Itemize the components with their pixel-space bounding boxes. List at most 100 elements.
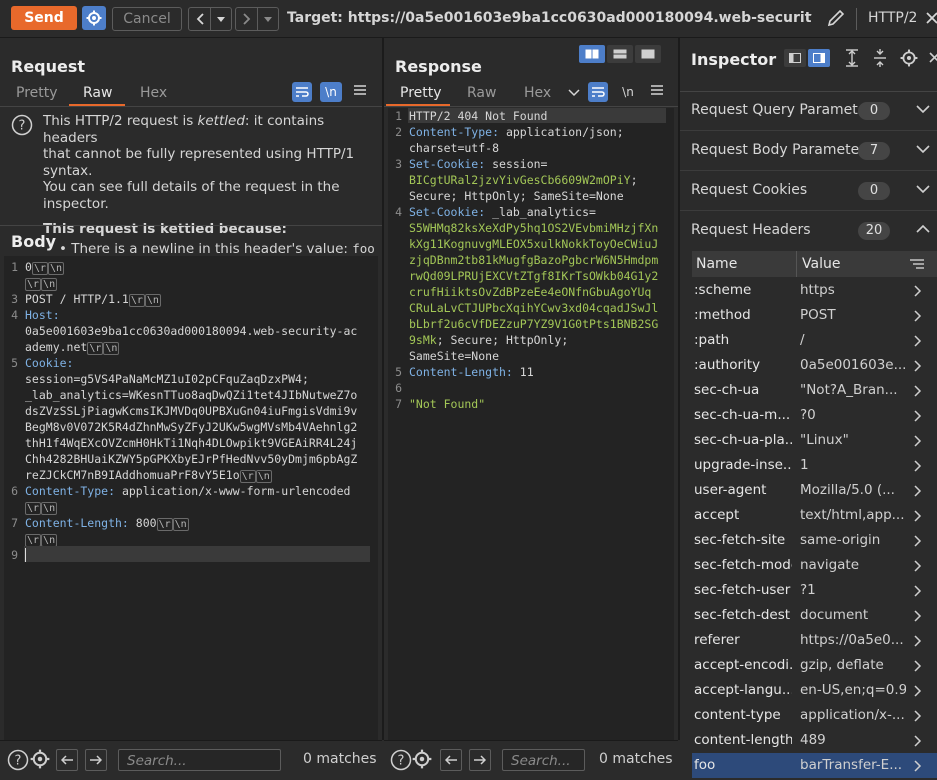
chevron-right-icon[interactable] [914,360,922,372]
show-newlines-toggle[interactable]: \n [617,82,639,102]
count-badge: 0 [858,182,890,200]
chevron-right-icon[interactable] [914,685,922,697]
inspector-close-button[interactable] [929,51,937,69]
header-name: sec-ch-ua-pla... [694,432,792,448]
previous-match-button[interactable] [56,749,78,771]
previous-match-button[interactable] [440,749,462,771]
header-row[interactable]: :scheme https [692,278,937,303]
inspector-settings-button[interactable] [900,49,918,71]
response-tab-hex[interactable]: Hex [524,85,551,101]
section-request-headers[interactable]: Request Headers 20 [680,212,937,250]
chevron-right-icon[interactable] [914,560,922,572]
response-menu-button[interactable] [650,83,664,101]
chevron-right-icon[interactable] [914,585,922,597]
help-button[interactable]: ? [390,749,412,775]
header-row[interactable]: sec-fetch-mode navigate [692,553,937,578]
column-value[interactable]: Value [802,256,840,272]
chevron-right-icon[interactable] [914,735,922,747]
chevron-right-icon[interactable] [914,660,922,672]
header-row[interactable]: :path / [692,328,937,353]
inspector-layout-list-button[interactable] [784,49,806,67]
header-row[interactable]: sec-fetch-user ?1 [692,578,937,603]
inspector-layout-detail-button[interactable] [808,49,830,67]
header-row[interactable]: :method POST [692,303,937,328]
section-body-params[interactable]: Request Body Parameters 7 [680,132,937,171]
help-button[interactable]: ? [7,749,29,775]
header-row[interactable]: accept-langu... en-US,en;q=0.9 [692,678,937,703]
back-button[interactable] [189,8,212,30]
response-editor[interactable]: 1 HTTP/2 404 Not Found 2 Content-Type: a… [388,108,674,740]
chevron-right-icon[interactable] [914,760,922,772]
header-row[interactable]: sec-fetch-dest document [692,603,937,628]
request-search-input[interactable]: Search... [118,749,281,771]
header-row[interactable]: referer https://0a5e0... [692,628,937,653]
target-url[interactable]: Target: https://0a5e001603e9ba1cc0630ad0… [287,0,812,37]
chevron-right-icon[interactable] [914,285,922,297]
header-name: sec-fetch-mode [694,557,792,573]
response-search-bar: ? Search... 0 matches [384,740,678,780]
next-match-button[interactable] [469,749,491,771]
chevron-right-icon[interactable] [914,335,922,347]
chevron-right-icon[interactable] [914,435,922,447]
response-search-input[interactable]: Search... [502,749,585,771]
edit-target-button[interactable] [826,8,846,32]
collapse-all-button[interactable] [873,49,887,71]
header-row[interactable]: accept text/html,app... [692,503,937,528]
request-tab-raw[interactable]: Raw [83,85,112,101]
search-settings-button[interactable] [30,749,50,773]
show-newlines-toggle[interactable]: \n [320,82,342,102]
request-tab-hex[interactable]: Hex [140,85,167,101]
column-options-icon[interactable] [910,258,924,270]
header-row[interactable]: sec-ch-ua "Not?A_Bran... [692,378,937,403]
chevron-right-icon[interactable] [914,385,922,397]
layout-stacked-button[interactable] [607,45,633,63]
chevron-right-icon[interactable] [914,310,922,322]
protocol-label[interactable]: HTTP/2 [868,0,917,37]
settings-button[interactable] [82,6,106,30]
columns-icon [585,49,599,59]
section-query-params[interactable]: Request Query Parameters 0 [680,92,937,131]
header-row[interactable]: user-agent Mozilla/5.0 (... [692,478,937,503]
column-name[interactable]: Name [696,256,737,272]
chevron-right-icon[interactable] [914,710,922,722]
chevron-right-icon[interactable] [914,510,922,522]
back-history-dropdown[interactable] [211,8,231,30]
header-row[interactable]: content-type application/x-... [692,703,937,728]
wrap-lines-toggle[interactable] [588,82,608,102]
send-button[interactable]: Send [11,6,77,30]
layout-side-by-side-button[interactable] [579,45,605,63]
chevron-right-icon[interactable] [914,485,922,497]
request-editor[interactable]: 1 0 \r \n \r \n 3 POST / HTTP/1.1 \r \n 4 Hos… [4,256,378,740]
chevron-right-icon[interactable] [914,610,922,622]
header-row[interactable]: upgrade-inse... 1 [692,453,937,478]
arrow-right-icon [90,755,102,765]
chevron-right-icon[interactable] [914,410,922,422]
forward-history-dropdown[interactable] [258,8,278,30]
header-row[interactable]: sec-fetch-site same-origin [692,528,937,553]
header-row[interactable]: content-length 489 [692,728,937,753]
chevron-right-icon[interactable] [914,460,922,472]
request-tab-pretty[interactable]: Pretty [16,85,58,101]
expand-all-button[interactable] [845,49,859,71]
forward-button[interactable] [236,8,259,30]
layout-tabs-button[interactable] [635,45,661,63]
chevron-right-icon[interactable] [914,635,922,647]
caret-down-icon [217,17,226,22]
response-format-dropdown[interactable] [568,87,580,103]
response-tab-pretty[interactable]: Pretty [400,85,442,101]
next-match-button[interactable] [85,749,107,771]
header-row[interactable]: foo barTransfer-E... [692,753,937,778]
header-name: foo [694,757,716,773]
section-cookies[interactable]: Request Cookies 0 [680,172,937,211]
request-menu-button[interactable] [353,83,367,101]
cancel-button[interactable]: Cancel [112,7,182,31]
search-settings-button[interactable] [412,749,432,773]
response-tab-raw[interactable]: Raw [467,85,496,101]
header-row[interactable]: sec-ch-ua-m... ?0 [692,403,937,428]
header-row[interactable]: accept-encodi... gzip, deflate [692,653,937,678]
chevron-right-icon[interactable] [914,535,922,547]
header-row[interactable]: :authority 0a5e001603e... [692,353,937,378]
wrap-lines-toggle[interactable] [292,82,312,102]
header-row[interactable]: sec-ch-ua-pla... "Linux" [692,428,937,453]
close-button[interactable] [925,10,937,30]
